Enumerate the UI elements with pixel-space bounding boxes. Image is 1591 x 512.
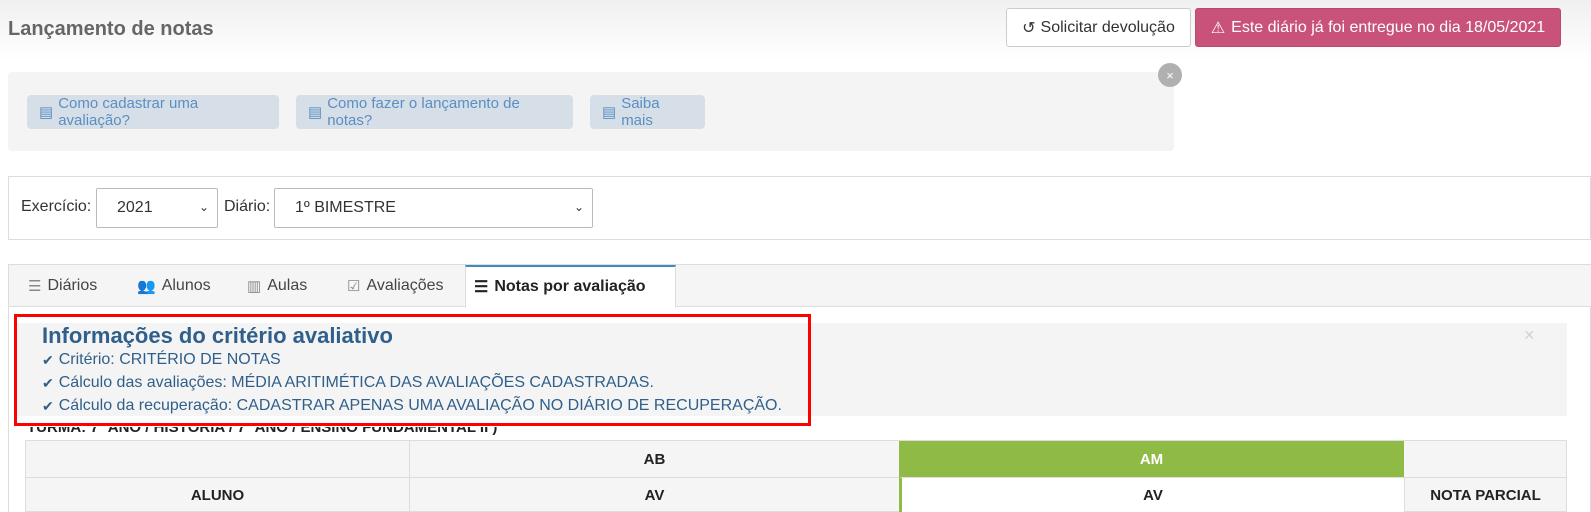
- tab-label: Notas por avaliação: [494, 278, 646, 295]
- column-header-nota-parcial: NOTA PARCIAL: [1404, 477, 1566, 512]
- tab-alunos[interactable]: 👥 Alunos: [129, 265, 219, 307]
- ordered-list-icon: ☰: [474, 279, 489, 296]
- help-link-saiba-mais[interactable]: ▤ Saiba mais: [590, 95, 705, 129]
- help-close-icon[interactable]: ×: [1158, 63, 1182, 87]
- tab-notas-por-avaliacao[interactable]: ☰ Notas por avaliação: [465, 265, 676, 308]
- criteria-close-icon[interactable]: ×: [1524, 325, 1535, 346]
- help-link-label: Como cadastrar uma avaliação?: [58, 95, 199, 129]
- column-header-aluno: ALUNO: [26, 477, 409, 512]
- undo-icon: ↺: [1022, 19, 1036, 37]
- book-open-icon: ▥: [247, 278, 262, 295]
- help-link-label: Como fazer o lançamento de notas?: [327, 95, 520, 129]
- tab-aulas[interactable]: ▥ Aulas: [239, 265, 315, 307]
- book-icon: ▤: [308, 104, 323, 121]
- diario-value: 1º BIMESTRE: [295, 199, 396, 216]
- chevron-down-icon: ⌄: [198, 200, 209, 214]
- chevron-down-icon: ⌄: [573, 200, 584, 214]
- delivered-notice-label: Este diário já foi entregue no dia 18/05…: [1231, 18, 1546, 36]
- exercicio-label: Exercício:: [21, 198, 92, 215]
- diario-label: Diário:: [224, 198, 271, 215]
- exercicio-value: 2021: [117, 199, 153, 216]
- list-icon: ☰: [28, 278, 42, 295]
- tab-diarios[interactable]: ☰ Diários: [20, 265, 105, 307]
- tab-label: Avaliações: [366, 277, 444, 294]
- help-link-lancamento-notas[interactable]: ▤ Como fazer o lançamento de notas?: [296, 95, 573, 129]
- users-icon: 👥: [137, 278, 156, 295]
- request-return-label: Solicitar devolução: [1040, 18, 1175, 36]
- tab-label: Diários: [47, 277, 98, 294]
- column-header-av: AV: [409, 477, 899, 512]
- highlight-box: [14, 314, 811, 426]
- help-link-label: Saiba mais: [621, 95, 660, 129]
- exercicio-select[interactable]: 2021 ⌄: [96, 188, 218, 228]
- page-title: Lançamento de notas: [8, 18, 214, 40]
- help-link-cadastrar-avaliacao[interactable]: ▤ Como cadastrar uma avaliação?: [27, 95, 279, 129]
- check-square-icon: ☑: [347, 278, 361, 295]
- group-header-ab: AB: [409, 441, 899, 477]
- book-icon: ▤: [602, 104, 617, 121]
- book-icon: ▤: [39, 104, 54, 121]
- group-header-am: AM: [899, 441, 1404, 477]
- delivered-notice-button[interactable]: ⚠ Este diário já foi entregue no dia 18/…: [1195, 8, 1561, 47]
- tab-label: Alunos: [161, 277, 211, 294]
- tab-label: Aulas: [267, 277, 308, 294]
- tab-avaliacoes[interactable]: ☑ Avaliações: [339, 265, 452, 307]
- request-return-button[interactable]: ↺ Solicitar devolução: [1006, 8, 1191, 47]
- warning-icon: ⚠: [1210, 19, 1226, 37]
- column-header-av: AV: [899, 477, 1404, 512]
- diario-select[interactable]: 1º BIMESTRE ⌄: [274, 188, 593, 228]
